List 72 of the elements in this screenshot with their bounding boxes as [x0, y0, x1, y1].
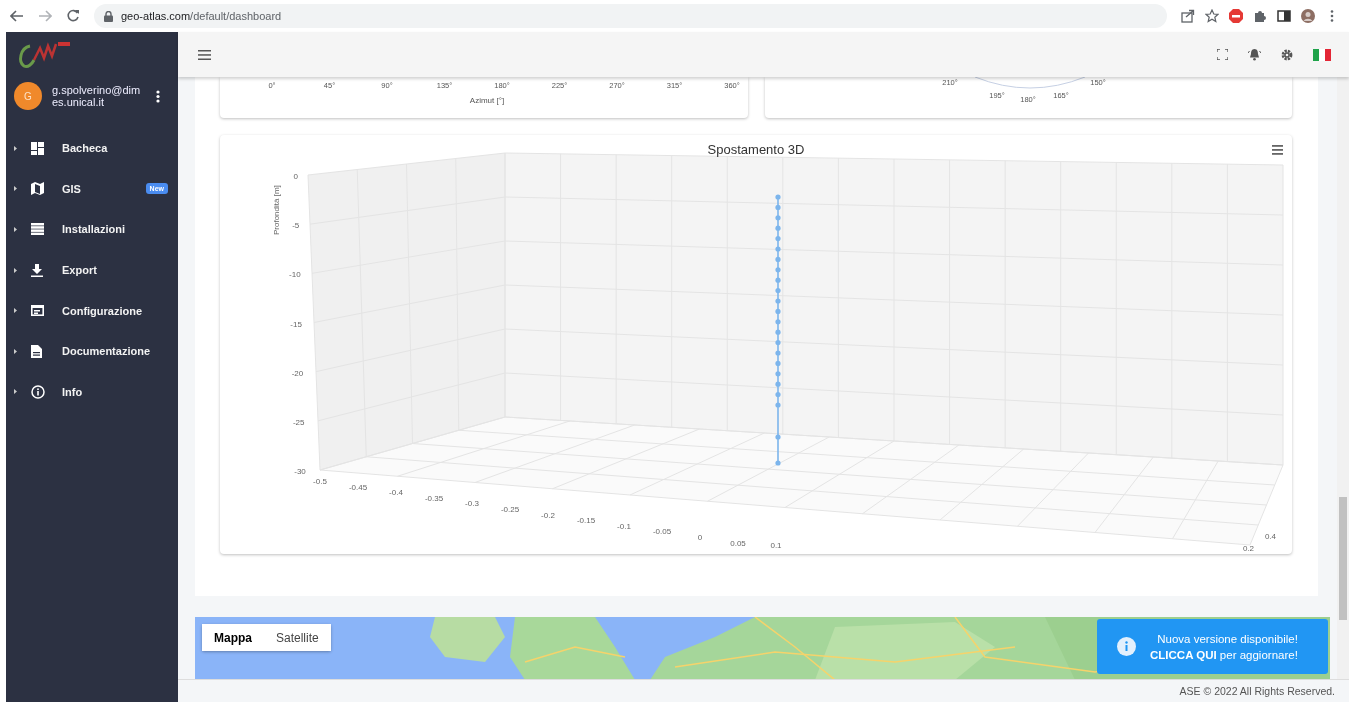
scrollbar-thumb[interactable] [1339, 497, 1347, 620]
italian-flag-icon[interactable] [1313, 48, 1331, 61]
caret-icon [14, 145, 17, 151]
sidebar-item[interactable]: Documentazione [6, 330, 178, 372]
document-icon [31, 344, 42, 358]
share-icon[interactable] [1181, 9, 1195, 23]
settings-icon[interactable] [1281, 48, 1293, 61]
scrollbar[interactable] [1337, 77, 1349, 679]
axis-tick-label: -0.3 [465, 499, 479, 509]
logo-icon[interactable] [16, 39, 72, 70]
map-type-button[interactable]: Mappa [202, 624, 264, 651]
axis-tick-label: -0.2 [541, 510, 555, 520]
url-text: geo-atlas.com/default/dashboard [121, 10, 282, 22]
axis-tick-label: 0.1 [770, 541, 782, 550]
caret-icon [14, 227, 17, 232]
dashboard-icon [31, 141, 44, 155]
sidebar-item[interactable]: Info [6, 371, 178, 413]
axis-tick-label: -0.15 [576, 516, 596, 526]
info-icon [1117, 637, 1136, 656]
caret-icon [14, 186, 17, 192]
fullscreen-icon[interactable] [1217, 49, 1228, 60]
menu-icon[interactable] [1272, 145, 1283, 155]
bell-icon[interactable] [1248, 48, 1261, 61]
axis-tick-label: 0 [293, 172, 298, 181]
axis-tick-label: 0.4 [1264, 532, 1276, 541]
kebab-menu-icon[interactable] [156, 89, 160, 103]
axis-tick-label: -0.4 [389, 488, 403, 498]
reload-icon[interactable] [66, 9, 80, 23]
avatar-icon[interactable] [1301, 9, 1315, 23]
stop-sign-icon[interactable] [1229, 9, 1243, 23]
sidebar-item[interactable]: Configurazione [6, 290, 178, 331]
notification-title: Nuova versione disponibile! [1157, 632, 1298, 645]
axis-tick-label: -0.25 [500, 505, 520, 514]
axis-title: Profondità [m] [272, 185, 281, 235]
axis-tick-label: -0.5 [313, 477, 327, 486]
back-icon[interactable] [10, 9, 24, 23]
axis-tick-label: -0.35 [424, 493, 444, 503]
caret-icon [14, 308, 17, 314]
download-icon [31, 263, 43, 277]
axis-tick-label: 0.2 [1242, 544, 1254, 553]
axis-tick-label: 0.05 [730, 538, 746, 548]
puzzle-icon[interactable] [1253, 9, 1267, 23]
axis-tick-label: -20 [291, 368, 304, 378]
axis-title: Azimut [°] [469, 96, 505, 105]
lock-icon [104, 10, 113, 22]
info-icon [31, 384, 45, 399]
axis-tick-label: -15 [290, 319, 302, 329]
axis-tick-label: 0 [697, 533, 703, 542]
menu-icon[interactable] [198, 49, 211, 60]
caret-icon [14, 348, 17, 354]
sidebar-item[interactable]: Bacheca [6, 128, 178, 169]
window-icon [31, 305, 44, 317]
axis-tick-label: -0.45 [348, 482, 368, 492]
axis-tick-label: -0.05 [652, 527, 672, 537]
star-icon[interactable] [1205, 9, 1219, 23]
caret-icon [14, 389, 17, 395]
axis-tick-label: -10 [289, 270, 301, 280]
axis-tick-label: -25 [292, 418, 305, 427]
sidebar-item[interactable]: Export [6, 249, 178, 291]
caret-icon [14, 267, 17, 273]
list-icon [31, 223, 44, 236]
address-bar[interactable]: geo-atlas.com/default/dashboard [94, 4, 1167, 28]
user-email: g.spolverino@dimes.unical.it [52, 84, 142, 108]
axis-tick-label: -5 [292, 221, 300, 231]
footer-text: ASE © 2022 All Rights Reserved. [1179, 685, 1335, 697]
map-icon [31, 182, 44, 196]
chart-title: Spostamento 3D [707, 142, 805, 157]
axis-tick-label: -0.1 [617, 521, 631, 531]
axis-tick-label: -30 [294, 467, 306, 477]
sidebar-icon[interactable] [1277, 9, 1291, 23]
map-type-button[interactable]: Satellite [264, 624, 331, 651]
sidebar-item[interactable]: Installazioni [6, 209, 178, 250]
